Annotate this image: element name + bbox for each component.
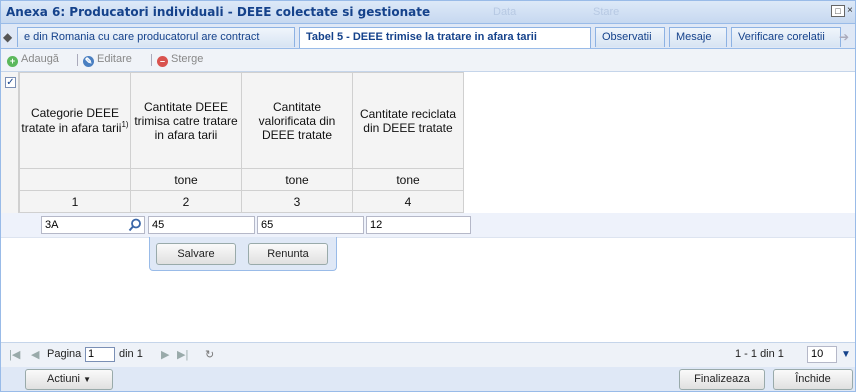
maximize-icon[interactable]: □ bbox=[831, 5, 845, 17]
paging-summary: 1 - 1 din 1 bbox=[735, 348, 784, 360]
paging-toolbar: |◀ ◀ Pagina 1 din 1 ▶ ▶| ↻ 1 - 1 din 1 1… bbox=[1, 342, 855, 367]
last-page-icon[interactable]: ▶| bbox=[177, 348, 188, 361]
header-label: Cantitate valorificata din DEEE tratate bbox=[258, 99, 336, 142]
toolbar-separator bbox=[151, 54, 152, 66]
tab-scroll-left-icon[interactable]: ◆ bbox=[3, 30, 17, 44]
first-page-icon[interactable]: |◀ bbox=[9, 348, 20, 361]
window-title: Anexa 6: Producatori individuali - DEEE … bbox=[6, 5, 431, 19]
close-button[interactable]: Închide bbox=[773, 369, 853, 390]
category-value: 3A bbox=[45, 219, 59, 231]
tab-mesaje[interactable]: Mesaje bbox=[669, 27, 727, 47]
unit-cell: tone bbox=[352, 168, 464, 191]
delete-button[interactable]: – Sterge bbox=[157, 53, 203, 67]
delete-icon: – bbox=[157, 56, 168, 67]
unit-cell bbox=[19, 168, 131, 191]
search-icon[interactable] bbox=[128, 218, 142, 232]
delete-label: Sterge bbox=[171, 53, 204, 65]
select-all-column: ✓ bbox=[1, 72, 19, 213]
tab-scroll-right-icon[interactable]: ➔ bbox=[839, 30, 853, 44]
header-label: Categorie DEEE tratate in afara tarii bbox=[21, 106, 122, 135]
add-button[interactable]: + Adaugă bbox=[7, 53, 59, 67]
tab-strip: ◆ e din Romania cu care producatorul are… bbox=[1, 24, 855, 49]
tab-label: Tabel 5 - DEEE trimise la tratare in afa… bbox=[306, 31, 537, 43]
header-footnote: 1) bbox=[121, 120, 129, 129]
unit-cell: tone bbox=[130, 168, 242, 191]
tab-label: e din Romania cu care producatorul are c… bbox=[24, 31, 260, 43]
title-bar[interactable]: Anexa 6: Producatori individuali - DEEE … bbox=[1, 1, 855, 24]
category-field[interactable]: 3A bbox=[41, 216, 145, 234]
page-size-select[interactable]: 10 bbox=[807, 346, 837, 363]
add-icon: + bbox=[7, 56, 18, 67]
grid-header: Categorie DEEE tratate in afara tarii1) … bbox=[19, 72, 464, 213]
unit-cell: tone bbox=[241, 168, 353, 191]
save-button[interactable]: Salvare bbox=[156, 243, 236, 265]
quantity-recovered-field[interactable]: 65 bbox=[257, 216, 364, 234]
tab-tabel5[interactable]: Tabel 5 - DEEE trimise la tratare in afa… bbox=[299, 27, 591, 48]
header-label: Cantitate reciclata din DEEE tratate bbox=[359, 106, 457, 135]
dialog-window: Anexa 6: Producatori individuali - DEEE … bbox=[0, 0, 856, 392]
refresh-icon[interactable]: ↻ bbox=[205, 348, 214, 361]
header-quantity-sent[interactable]: Cantitate DEEE trimisa catre tratare in … bbox=[130, 72, 242, 169]
tab-verificare[interactable]: Verificare corelatii bbox=[731, 27, 841, 47]
actions-label: Actiuni bbox=[46, 373, 81, 385]
page-number-input[interactable]: 1 bbox=[85, 347, 115, 362]
close-window-icon[interactable]: × bbox=[847, 5, 853, 16]
cancel-button[interactable]: Renunta bbox=[248, 243, 328, 265]
grid: ✓ Categorie DEEE tratate in afara tarii1… bbox=[1, 72, 855, 342]
column-number: 2 bbox=[130, 190, 242, 213]
bottom-toolbar: Actiuni ▼ Finalizeaza Închide bbox=[1, 367, 855, 391]
row-editor-buttons: Salvare Renunta bbox=[149, 237, 337, 271]
ghost-data-label: Data bbox=[493, 6, 517, 18]
ghost-stare-label: Stare bbox=[593, 6, 620, 18]
quantity-sent-field[interactable]: 45 bbox=[148, 216, 255, 234]
select-all-checkbox[interactable]: ✓ bbox=[5, 77, 16, 88]
tab-observatii[interactable]: Observatii bbox=[595, 27, 665, 47]
edit-label: Editare bbox=[97, 53, 132, 65]
edit-icon: ✎ bbox=[83, 56, 94, 67]
chevron-down-icon: ▼ bbox=[83, 375, 91, 384]
finalize-button[interactable]: Finalizeaza bbox=[679, 369, 765, 390]
header-category[interactable]: Categorie DEEE tratate in afara tarii1) bbox=[19, 72, 131, 169]
add-label: Adaugă bbox=[21, 53, 59, 65]
grid-toolbar: + Adaugă ✎ Editare – Sterge bbox=[1, 49, 855, 72]
next-page-icon[interactable]: ▶ bbox=[161, 348, 169, 361]
tab-label: Mesaje bbox=[676, 31, 712, 43]
header-quantity-recycled[interactable]: Cantitate reciclata din DEEE tratate bbox=[352, 72, 464, 169]
column-number: 3 bbox=[241, 190, 353, 213]
quantity-recycled-field[interactable]: 12 bbox=[366, 216, 471, 234]
edit-button[interactable]: ✎ Editare bbox=[83, 53, 132, 67]
quantity-recycled-value: 12 bbox=[370, 219, 383, 231]
prev-page-icon[interactable]: ◀ bbox=[31, 348, 39, 361]
column-number: 4 bbox=[352, 190, 464, 213]
column-number: 1 bbox=[19, 190, 131, 213]
toolbar-separator bbox=[77, 54, 78, 66]
table-row-editing: 3A 45 65 12 bbox=[1, 213, 855, 238]
quantity-recovered-value: 65 bbox=[261, 219, 274, 231]
page-count: din 1 bbox=[119, 348, 143, 360]
tab-contracts[interactable]: e din Romania cu care producatorul are c… bbox=[17, 27, 295, 47]
actions-button[interactable]: Actiuni ▼ bbox=[25, 369, 113, 390]
tab-label: Observatii bbox=[602, 31, 652, 43]
header-quantity-recovered[interactable]: Cantitate valorificata din DEEE tratate bbox=[241, 72, 353, 169]
quantity-sent-value: 45 bbox=[152, 219, 165, 231]
header-label: Cantitate DEEE trimisa catre tratare in … bbox=[134, 99, 238, 142]
tab-label: Verificare corelatii bbox=[738, 31, 825, 43]
page-label: Pagina bbox=[47, 348, 82, 360]
chevron-down-icon[interactable]: ▼ bbox=[839, 346, 853, 363]
